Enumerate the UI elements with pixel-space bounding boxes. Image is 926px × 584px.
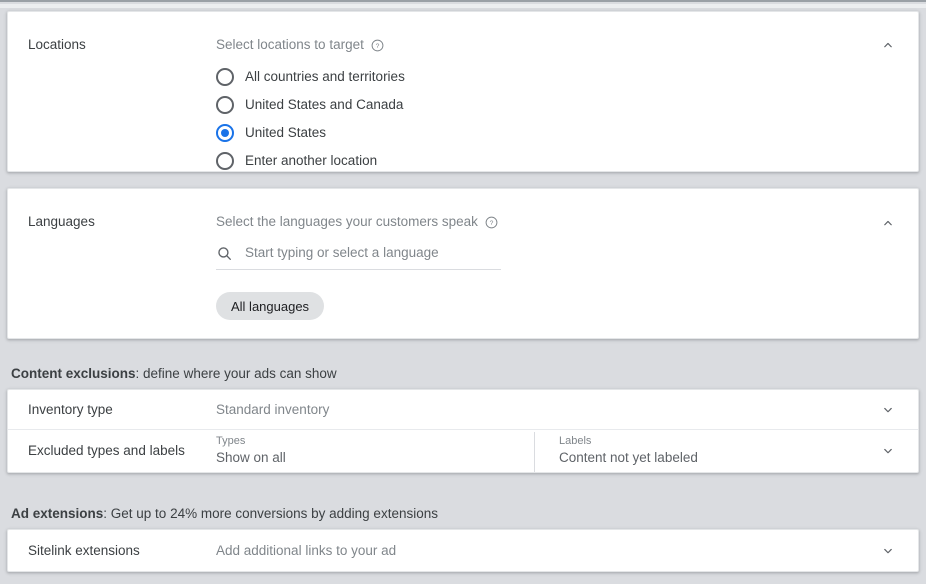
sitelink-extensions-expand-button[interactable] — [878, 541, 898, 561]
language-search-input[interactable] — [245, 244, 501, 262]
radio-option-us-and-canada[interactable]: United States and Canada — [216, 91, 918, 119]
ad-extensions-header-bold: Ad extensions — [11, 506, 104, 521]
previous-card-edge — [0, 0, 926, 10]
column-divider — [534, 432, 535, 472]
language-search-field[interactable] — [216, 244, 501, 270]
content-exclusions-card: Inventory type Standard inventory Exclud… — [7, 389, 919, 473]
radio-label: United States — [245, 125, 327, 140]
inventory-type-label: Inventory type — [28, 402, 113, 417]
svg-text:?: ? — [375, 42, 379, 49]
chevron-up-icon — [884, 220, 892, 226]
locations-label: Locations — [28, 37, 86, 52]
radio-circle-icon[interactable] — [216, 96, 234, 114]
types-column: Types Show on all — [216, 434, 540, 467]
labels-column: Labels Content not yet labeled — [540, 434, 698, 467]
languages-heading: Select the languages your customers spea… — [216, 214, 478, 229]
inventory-type-row[interactable]: Inventory type Standard inventory — [8, 390, 918, 429]
sitelink-extensions-label: Sitelink extensions — [28, 543, 140, 558]
radio-option-enter-another-location[interactable]: Enter another location — [216, 147, 918, 175]
types-caption: Types — [216, 435, 246, 447]
help-circle-icon[interactable]: ? — [371, 39, 384, 52]
radio-label: All countries and territories — [245, 69, 405, 84]
labels-value: Content not yet labeled — [559, 450, 698, 465]
locations-card: Locations Select locations to target ? A — [7, 11, 919, 172]
content-exclusions-header-bold: Content exclusions — [11, 366, 136, 381]
chevron-down-icon — [884, 448, 892, 454]
content-exclusions-header-rest: : define where your ads can show — [135, 366, 337, 381]
excluded-types-columns: Types Show on all Labels Content not yet… — [216, 432, 918, 472]
ad-extensions-header-rest: : Get up to 24% more conversions by addi… — [103, 506, 438, 521]
languages-collapse-button[interactable] — [878, 213, 898, 233]
locations-row: Locations Select locations to target ? A — [8, 12, 918, 175]
ad-extensions-card: Sitelink extensions Add additional links… — [7, 529, 919, 572]
radio-circle-selected-icon[interactable] — [216, 124, 234, 142]
locations-content: Select locations to target ? All countri… — [216, 36, 918, 175]
locations-heading-group: Select locations to target ? — [216, 36, 918, 54]
radio-label: United States and Canada — [245, 97, 404, 112]
locations-collapse-button[interactable] — [878, 35, 898, 55]
labels-caption: Labels — [559, 435, 592, 447]
locations-heading: Select locations to target — [216, 37, 364, 52]
chevron-up-icon — [884, 42, 892, 48]
inventory-type-value: Standard inventory — [216, 402, 330, 417]
inventory-type-expand-button[interactable] — [878, 400, 898, 420]
languages-card: Languages Select the languages your cust… — [7, 188, 919, 339]
chevron-down-icon — [884, 407, 892, 413]
ad-extensions-header: Ad extensions: Get up to 24% more conver… — [11, 505, 438, 523]
radio-circle-icon[interactable] — [216, 68, 234, 86]
chevron-down-icon — [884, 548, 892, 554]
excluded-types-label: Excluded types and labels — [28, 443, 185, 458]
radio-option-united-states[interactable]: United States — [216, 119, 918, 147]
languages-heading-group: Select the languages your customers spea… — [216, 213, 918, 231]
radio-circle-icon[interactable] — [216, 152, 234, 170]
settings-page: Locations Select locations to target ? A — [0, 0, 926, 584]
sitelink-extensions-row[interactable]: Sitelink extensions Add additional links… — [8, 530, 918, 571]
excluded-types-expand-button[interactable] — [878, 441, 898, 461]
content-exclusions-header: Content exclusions: define where your ad… — [11, 365, 337, 383]
language-chip-all-languages[interactable]: All languages — [216, 292, 325, 320]
excluded-types-and-labels-row[interactable]: Excluded types and labels Types Show on … — [8, 429, 918, 472]
radio-label: Enter another location — [245, 153, 378, 168]
sitelink-extensions-value: Add additional links to your ad — [216, 543, 397, 558]
languages-label: Languages — [28, 214, 95, 229]
types-value: Show on all — [216, 450, 286, 465]
languages-row: Languages Select the languages your cust… — [8, 189, 918, 320]
radio-option-all-countries[interactable]: All countries and territories — [216, 63, 918, 91]
search-icon — [216, 245, 233, 262]
svg-text:?: ? — [490, 219, 494, 226]
locations-radio-group[interactable]: All countries and territories United Sta… — [216, 63, 918, 175]
languages-content: Select the languages your customers spea… — [216, 203, 918, 320]
help-circle-icon[interactable]: ? — [485, 216, 498, 229]
chip-label: All languages — [231, 298, 310, 314]
